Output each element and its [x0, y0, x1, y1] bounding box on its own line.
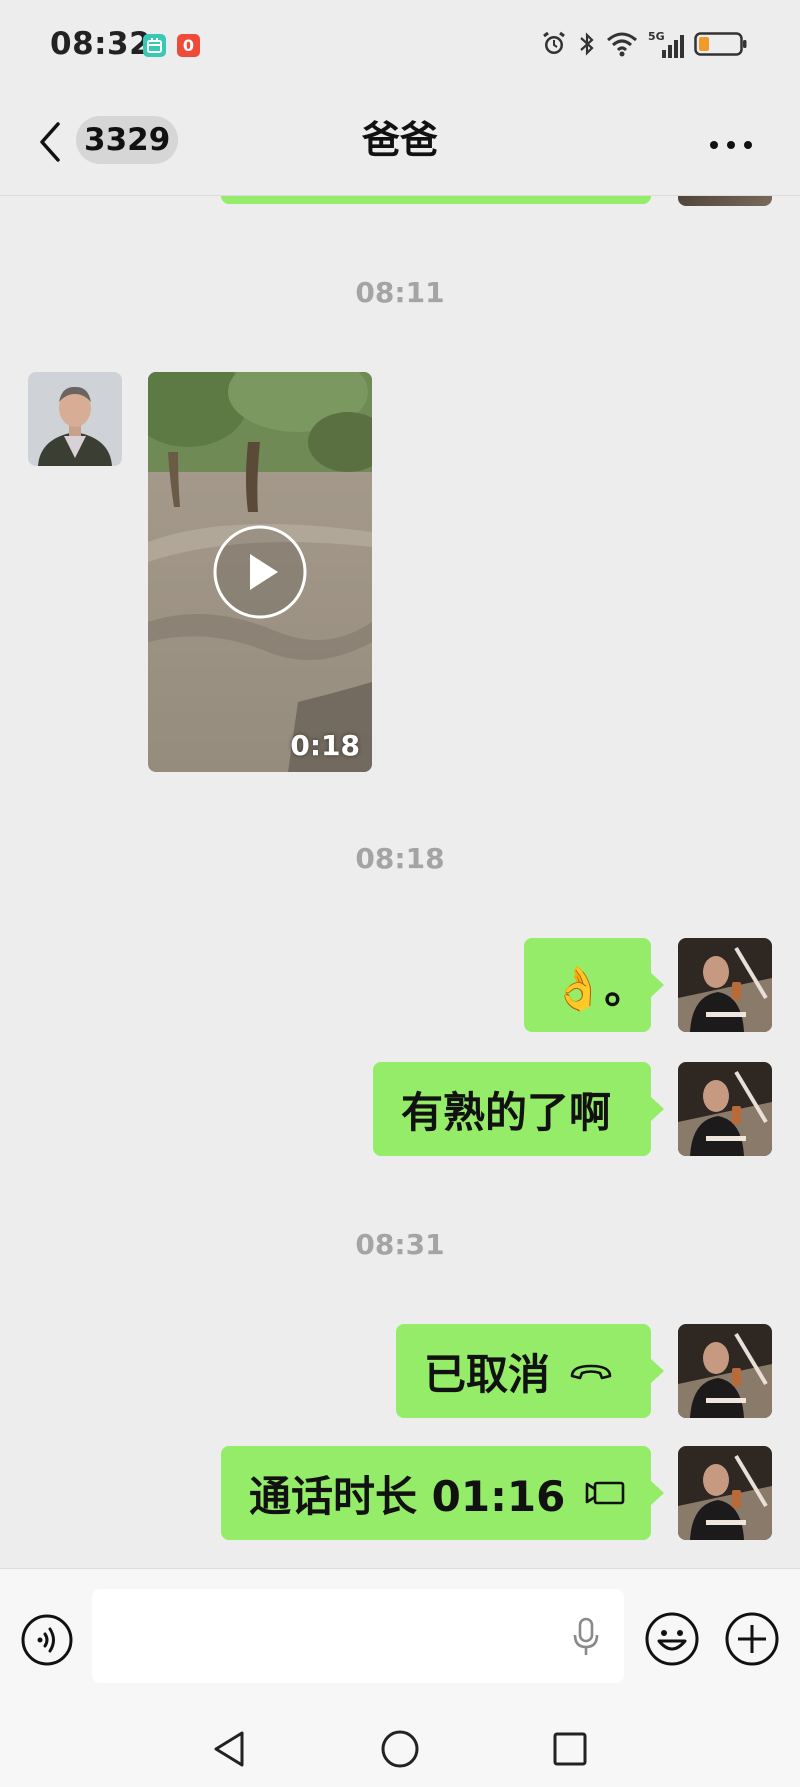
voice-mode-icon[interactable] — [20, 1613, 74, 1667]
nav-back-icon[interactable] — [210, 1729, 248, 1769]
battery-icon — [694, 31, 748, 61]
wifi-icon — [606, 31, 638, 61]
unread-count-badge[interactable]: 3329 — [76, 116, 179, 164]
chat-header: 3329 爸爸 — [0, 90, 800, 196]
plus-icon[interactable] — [724, 1611, 780, 1667]
timestamp: 08:31 — [355, 1228, 445, 1261]
hangup-icon — [568, 1358, 614, 1384]
message-bubble-partial[interactable] — [221, 196, 651, 204]
system-nav-bar — [0, 1707, 800, 1787]
status-bar: 08:32 0 5G — [0, 0, 800, 90]
bluetooth-icon — [578, 30, 596, 62]
alarm-icon — [540, 30, 568, 62]
contact-avatar[interactable] — [28, 372, 122, 466]
chevron-left-icon[interactable] — [34, 120, 68, 164]
video-call-icon — [583, 1479, 627, 1507]
video-message[interactable]: 0:18 — [148, 372, 372, 772]
message-text: 通话时长 01:16 — [249, 1471, 566, 1521]
timestamp: 08:18 — [355, 842, 445, 875]
call-message-bubble[interactable]: 通话时长 01:16 — [221, 1446, 664, 1540]
more-dots-icon[interactable] — [708, 136, 754, 149]
signal-icon: 5G — [648, 30, 684, 60]
notification-app-icon: 0 — [177, 34, 200, 57]
nav-home-icon[interactable] — [380, 1729, 420, 1769]
nav-recent-icon[interactable] — [552, 1731, 588, 1767]
page-title: 爸爸 — [361, 118, 438, 162]
input-bar — [0, 1568, 800, 1708]
play-icon[interactable] — [212, 524, 308, 620]
status-time: 08:32 — [50, 26, 152, 62]
timestamp: 08:11 — [355, 276, 445, 309]
message-text: 已取消 — [424, 1349, 551, 1399]
call-message-bubble[interactable]: 已取消 — [396, 1324, 664, 1418]
message-text: 👌。 — [552, 963, 647, 1013]
my-avatar[interactable] — [678, 1062, 772, 1156]
my-avatar[interactable] — [678, 938, 772, 1032]
message-bubble[interactable]: 有熟的了啊 — [373, 1062, 664, 1156]
message-list[interactable]: 08:11 0:18 08:18 👌。 有熟的了啊 08:31 已取消 通话时长… — [0, 196, 800, 1568]
message-bubble[interactable]: 👌。 — [524, 938, 664, 1032]
calendar-app-icon — [143, 34, 166, 57]
my-avatar[interactable] — [678, 1446, 772, 1540]
video-duration: 0:18 — [290, 729, 360, 762]
message-text: 有熟的了啊 — [401, 1087, 612, 1137]
notification-app-label: 0 — [182, 36, 195, 55]
my-avatar[interactable] — [678, 1324, 772, 1418]
my-avatar[interactable] — [678, 196, 772, 206]
emoji-icon[interactable] — [644, 1611, 700, 1667]
message-input[interactable] — [92, 1589, 624, 1683]
mic-icon[interactable] — [572, 1617, 600, 1657]
